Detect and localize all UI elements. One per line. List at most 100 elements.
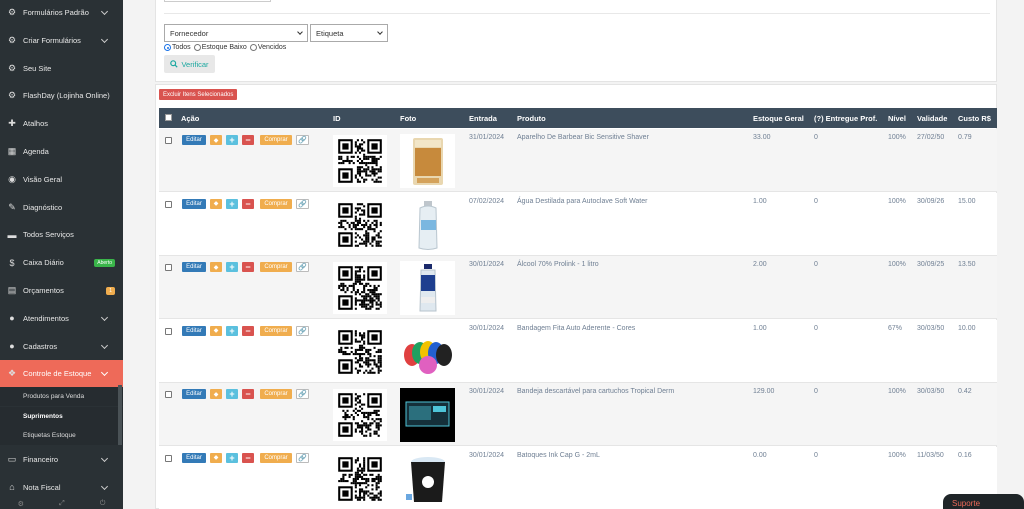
verificar-button[interactable]: Verificar <box>164 55 215 73</box>
power-icon[interactable]: ⏻ <box>100 500 106 509</box>
sidebar-item[interactable]: ⚙ Seu Site <box>0 55 123 82</box>
cell-produto[interactable]: Aparelho De Barbear Bic Sensitive Shaver <box>517 134 649 141</box>
select-all-checkbox[interactable] <box>165 114 172 121</box>
cell-produto[interactable]: Bandagem Fita Auto Aderente - Cores <box>517 325 635 332</box>
sidebar-item-label: Seu Site <box>23 63 52 73</box>
tag-icon: ◆ <box>213 137 219 144</box>
link-button[interactable]: 🔗 <box>296 452 309 463</box>
tag-button[interactable]: ◆ <box>210 198 222 209</box>
sidebar-item[interactable]: ⚙ Formulários Padrão <box>0 0 123 26</box>
add-stock-button[interactable]: + <box>226 389 238 399</box>
tag-button[interactable]: ◆ <box>210 452 222 463</box>
cell-validade: 30/09/25 <box>917 261 945 268</box>
comprar-button[interactable]: Comprar <box>260 135 292 145</box>
tag-button[interactable]: ◆ <box>210 389 222 399</box>
add-stock-button[interactable]: + <box>226 325 238 336</box>
radio-vencidos[interactable] <box>249 44 257 51</box>
cell-produto[interactable]: Água Destilada para Autoclave Soft Water <box>517 198 647 205</box>
sidebar-item[interactable]: ⚙ Criar Formulários <box>0 27 123 54</box>
tag-button[interactable]: ◆ <box>210 262 222 272</box>
sidebar-item[interactable]: ◉ Visão Geral <box>0 166 123 193</box>
cell-produto[interactable]: Batoques Ink Cap G - 2mL <box>517 452 600 459</box>
suporte-button[interactable]: Suporte <box>943 494 1024 509</box>
radio-todos[interactable] <box>164 44 171 51</box>
sidebar: ⚙ Formulários Padrão ⚙ Criar Formulários ⚙ Se… <box>0 0 123 509</box>
comprar-button[interactable]: Comprar <box>260 452 292 463</box>
header-nivel: Nível <box>888 114 906 123</box>
sidebar-item[interactable]: ✎ Diagnóstico <box>0 194 123 221</box>
row-checkbox[interactable] <box>165 454 172 462</box>
sidebar-item[interactable]: ✚ Atalhos <box>0 110 123 137</box>
comprar-button[interactable]: Comprar <box>260 262 292 272</box>
radio-estoque-baixo[interactable] <box>193 44 201 51</box>
sidebar-subitem[interactable]: Etiquetas Estoque <box>0 426 123 445</box>
link-button[interactable]: 🔗 <box>296 135 309 145</box>
row-checkbox[interactable] <box>165 137 172 144</box>
minus-icon: − <box>245 452 251 463</box>
chevron-down-icon <box>100 313 109 321</box>
sidebar-item[interactable]: ▬ Todos Serviços <box>0 221 123 248</box>
link-button[interactable]: 🔗 <box>296 389 309 399</box>
edit-button[interactable]: Editar <box>182 389 206 399</box>
add-stock-button[interactable]: + <box>226 452 238 463</box>
cell-nivel: 100% <box>888 197 906 205</box>
sidebar-item[interactable]: $ Caixa Diário Aberto <box>0 249 123 276</box>
excluir-selecionados-button[interactable]: Excluir Itens Selecionados <box>159 89 238 100</box>
sidebar-item[interactable]: ● Cadastros <box>0 333 123 360</box>
add-stock-button[interactable]: + <box>226 135 238 145</box>
filter-panel: Fornecedor Etiqueta Todos Estoque Baixo … <box>155 0 997 82</box>
remove-stock-button[interactable]: − <box>242 389 254 399</box>
gear-cog-icon: ⚙ <box>7 62 17 73</box>
add-stock-button[interactable]: + <box>226 198 238 209</box>
link-button[interactable]: 🔗 <box>296 325 309 336</box>
sidebar-item[interactable]: ▤ Orçamentos 1 <box>0 277 123 304</box>
remove-stock-button[interactable]: − <box>242 198 254 209</box>
sidebar-item[interactable]: ⌂ Nota Fiscal <box>0 474 123 501</box>
remove-stock-button[interactable]: − <box>242 325 254 336</box>
sidebar-subitem[interactable]: Suprimentos <box>0 406 123 426</box>
cell-validade: 30/03/50 <box>917 324 945 332</box>
edit-button[interactable]: Editar <box>182 198 206 209</box>
remove-stock-button[interactable]: − <box>242 135 254 145</box>
edit-button[interactable]: Editar <box>182 135 206 145</box>
expand-icon[interactable]: ⤢ <box>59 500 65 509</box>
cell-produto[interactable]: Álcool 70% Prolink - 1 litro <box>517 261 599 268</box>
sidebar-item-label: Formulários Padrão <box>23 8 89 17</box>
comprar-button[interactable]: Comprar <box>260 198 292 209</box>
tag-button[interactable]: ◆ <box>210 325 222 336</box>
sidebar-item[interactable]: ❖ Controle de Estoque <box>0 360 123 388</box>
dollar-icon: $ <box>9 257 15 268</box>
add-stock-button[interactable]: + <box>226 262 238 272</box>
row-checkbox[interactable] <box>165 200 172 208</box>
sidebar-item[interactable]: ● Atendimentos <box>0 305 123 332</box>
top-search-input[interactable] <box>164 0 271 2</box>
sidebar-item-label: Orçamentos <box>23 286 64 295</box>
comprar-button[interactable]: Comprar <box>260 325 292 336</box>
gear-cog-icon: ⚙ <box>7 34 17 45</box>
row-checkbox[interactable] <box>165 391 172 398</box>
row-checkbox[interactable] <box>165 327 172 335</box>
table-row: Editar ◆ + − Comprar 🔗 07/02/2024 Água D… <box>159 192 997 256</box>
table-row: Editar ◆ + − Comprar 🔗 30/01/2024 Bandag… <box>159 319 997 383</box>
link-button[interactable]: 🔗 <box>296 198 309 209</box>
comprar-button[interactable]: Comprar <box>260 389 292 399</box>
link-button[interactable]: 🔗 <box>296 262 309 272</box>
tag-icon: ◆ <box>213 328 219 334</box>
edit-button[interactable]: Editar <box>182 325 206 336</box>
row-checkbox[interactable] <box>165 264 172 271</box>
sidebar-item[interactable]: ▦ Agenda <box>0 138 123 165</box>
sidebar-item[interactable]: ⚙ FlashDay (Lojinha Online) <box>0 82 123 109</box>
tag-button[interactable]: ◆ <box>210 135 222 145</box>
remove-stock-button[interactable]: − <box>242 262 254 272</box>
etiqueta-select[interactable]: Etiqueta <box>310 24 388 42</box>
edit-button[interactable]: Editar <box>182 452 206 463</box>
sidebar-item[interactable]: ▭ Financeiro <box>0 446 123 473</box>
sidebar-scrollbar[interactable] <box>118 385 122 445</box>
cell-entregue: 0 <box>814 197 818 205</box>
fornecedor-select[interactable]: Fornecedor <box>164 24 308 42</box>
settings-icon[interactable]: ⚙ <box>18 500 24 509</box>
cell-produto[interactable]: Bandeja descartável para cartuchos Tropi… <box>517 388 674 395</box>
edit-button[interactable]: Editar <box>182 262 206 272</box>
sidebar-subitem[interactable]: Produtos para Venda <box>0 387 123 406</box>
remove-stock-button[interactable]: − <box>242 452 254 463</box>
